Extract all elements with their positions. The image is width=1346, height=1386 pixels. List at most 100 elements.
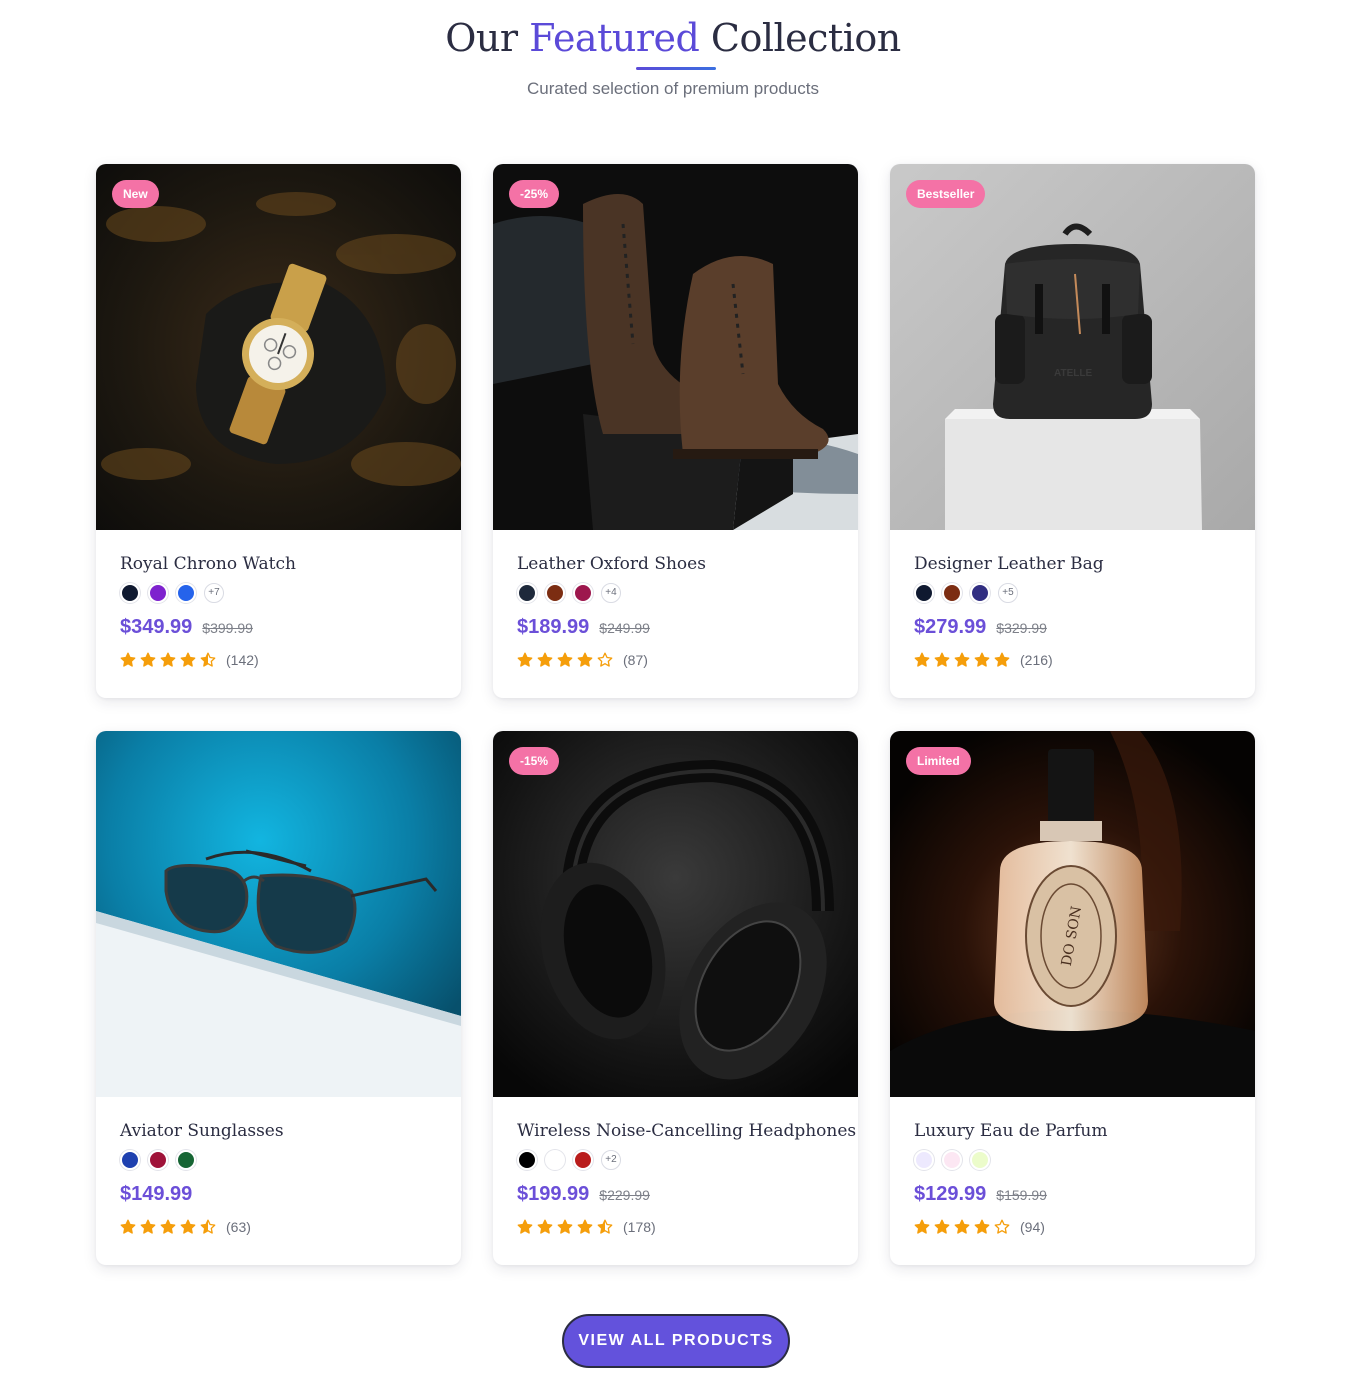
rating: (63) [120,1219,251,1235]
more-colors[interactable]: +5 [998,583,1018,603]
color-swatch[interactable] [176,583,196,603]
product-card[interactable]: DO SON Limited Luxury Eau de Parfum $129… [890,731,1255,1265]
star-icon [974,1219,990,1234]
price-row: $189.99 $249.99 [517,616,650,639]
color-swatch[interactable] [573,583,593,603]
badge-new: New [112,180,159,208]
product-card[interactable]: -25% Leather Oxford Shoes +4 $189.99 $24… [493,164,858,698]
title-underline [636,67,716,70]
color-swatch[interactable] [970,583,990,603]
star-icon [537,1219,553,1234]
star-icon [517,1219,533,1234]
product-image[interactable]: DO SON Limited [890,731,1255,1097]
star-icon [577,1219,593,1234]
product-card[interactable]: New Royal Chrono Watch +7 $349.99 $399.9… [96,164,461,698]
section-title: Our Featured Collection [0,16,1346,60]
star-half-icon [200,652,216,667]
review-count: (216) [1020,652,1053,668]
more-colors[interactable]: +7 [204,583,224,603]
product-image[interactable]: -15% [493,731,858,1097]
color-swatch[interactable] [545,583,565,603]
star-icon [934,1219,950,1234]
color-swatch[interactable] [942,583,962,603]
color-swatch[interactable] [148,1150,168,1170]
star-icon [914,652,930,667]
rating: (142) [120,652,259,668]
review-count: (178) [623,1219,656,1235]
review-count: (142) [226,652,259,668]
color-swatch[interactable] [942,1150,962,1170]
badge-limited: Limited [906,747,971,775]
star-icon [954,652,970,667]
color-swatch[interactable] [545,1150,565,1170]
view-all-products-button[interactable]: VIEW ALL PRODUCTS [562,1314,790,1368]
rating: (87) [517,652,648,668]
price: $129.99 [914,1183,987,1205]
review-count: (87) [623,652,648,668]
price: $349.99 [120,616,193,638]
color-swatch[interactable] [573,1150,593,1170]
more-colors[interactable]: +2 [601,1150,621,1170]
product-name[interactable]: Royal Chrono Watch [120,554,296,574]
product-name[interactable]: Luxury Eau de Parfum [914,1121,1107,1141]
color-swatch[interactable] [970,1150,990,1170]
product-name[interactable]: Designer Leather Bag [914,554,1104,574]
product-card[interactable]: ATELLE Bestseller Designer Leather Bag +… [890,164,1255,698]
star-icon [160,652,176,667]
color-swatch[interactable] [176,1150,196,1170]
color-swatch[interactable] [914,583,934,603]
stars [517,1219,613,1235]
review-count: (94) [1020,1219,1045,1235]
star-icon [557,1219,573,1234]
product-image[interactable]: ATELLE Bestseller [890,164,1255,530]
stars [914,652,1010,668]
star-outline-icon [597,652,613,667]
badge-discount: -25% [509,180,560,208]
color-swatches [914,1149,990,1171]
product-image[interactable]: -25% [493,164,858,530]
star-icon [914,1219,930,1234]
star-icon [180,652,196,667]
section-subtitle: Curated selection of premium products [527,79,819,98]
star-icon [160,1219,176,1234]
color-swatch[interactable] [517,583,537,603]
color-swatch[interactable] [120,583,140,603]
old-price: $229.99 [599,1187,650,1203]
star-outline-icon [994,1219,1010,1234]
color-swatch[interactable] [148,583,168,603]
old-price: $399.99 [202,620,253,636]
star-icon [140,1219,156,1234]
color-swatch[interactable] [914,1150,934,1170]
review-count: (63) [226,1219,251,1235]
color-swatches: +5 [914,582,1018,604]
product-image[interactable] [96,731,461,1097]
star-icon [994,652,1010,667]
product-card[interactable]: Aviator Sunglasses $149.99 (63) [96,731,461,1265]
star-half-icon [597,1219,613,1234]
svg-text:ATELLE: ATELLE [1054,368,1092,379]
star-icon [954,1219,970,1234]
product-card[interactable]: -15% Wireless Noise-Cancelling Headphone… [493,731,858,1265]
price: $199.99 [517,1183,590,1205]
star-icon [974,652,990,667]
product-name[interactable]: Aviator Sunglasses [120,1121,284,1141]
product-image[interactable]: New [96,164,461,530]
color-swatches: +4 [517,582,621,604]
badge-bestseller: Bestseller [906,180,986,208]
color-swatch[interactable] [517,1150,537,1170]
product-name[interactable]: Wireless Noise-Cancelling Headphones [517,1121,856,1141]
old-price: $329.99 [996,620,1047,636]
title-post: Collection [710,16,901,60]
stars [517,652,613,668]
more-colors[interactable]: +4 [601,583,621,603]
color-swatches: +2 [517,1149,621,1171]
product-name[interactable]: Leather Oxford Shoes [517,554,706,574]
price-row: $149.99 [120,1183,192,1206]
star-icon [120,652,136,667]
old-price: $249.99 [599,620,650,636]
stars [120,652,216,668]
price-row: $279.99 $329.99 [914,616,1047,639]
star-icon [577,652,593,667]
price: $279.99 [914,616,987,638]
color-swatch[interactable] [120,1150,140,1170]
